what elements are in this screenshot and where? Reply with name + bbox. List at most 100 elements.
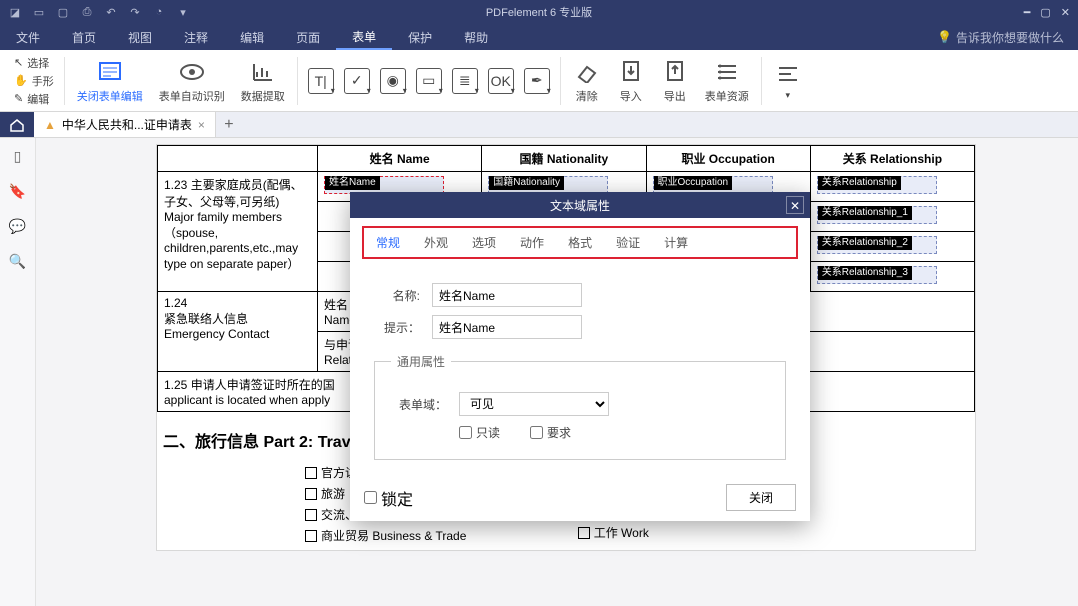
menu-home[interactable]: 首页: [56, 24, 112, 50]
qat-more-icon[interactable]: ▾: [176, 5, 190, 19]
quick-access-toolbar: ◪ ▭ ▢ ⎙ ↶ ↷ ◔ ▾: [0, 5, 190, 19]
col-name: 姓名 Name: [318, 146, 482, 172]
menu-protect[interactable]: 保护: [392, 24, 448, 50]
checkbox-field-icon[interactable]: ✓▾: [344, 68, 370, 94]
extract-data-button[interactable]: 数据提取: [233, 56, 293, 106]
edit-tool[interactable]: ✎编辑: [14, 91, 54, 107]
search-icon[interactable]: 🔍: [9, 253, 26, 270]
select-tool[interactable]: ↖选择: [14, 55, 54, 71]
export-button[interactable]: 导出: [653, 56, 697, 106]
tab-format[interactable]: 格式: [556, 228, 604, 257]
menu-view[interactable]: 视图: [112, 24, 168, 50]
common-legend: 通用属性: [391, 353, 451, 370]
bookmarks-icon[interactable]: 🔖: [9, 183, 26, 200]
tab-appearance[interactable]: 外观: [412, 228, 460, 257]
history-icon[interactable]: ◔: [152, 5, 166, 19]
document-tab-bar: ▲ 中华人民共和...证申请表 × +: [0, 112, 1078, 138]
dialog-title: 文本域属性: [550, 197, 610, 214]
tab-options[interactable]: 选项: [460, 228, 508, 257]
signature-field-icon[interactable]: ✒▾: [524, 68, 550, 94]
purpose-work[interactable]: 工作 Work: [578, 522, 766, 543]
field-rel-3[interactable]: 关系Relationship_3: [817, 266, 937, 284]
close-tab-icon[interactable]: ×: [198, 118, 205, 132]
combo-field-icon[interactable]: ▭▾: [416, 68, 442, 94]
field-rel-1[interactable]: 关系Relationship_1: [817, 206, 937, 224]
tell-me[interactable]: 💡 告诉我你想要做什么: [937, 29, 1078, 46]
menu-help[interactable]: 帮助: [448, 24, 504, 50]
purpose-business[interactable]: 商业贸易 Business & Trade: [305, 525, 518, 546]
new-tab-button[interactable]: +: [216, 116, 242, 134]
maximize-icon[interactable]: ▢: [1040, 6, 1050, 19]
separator: [64, 57, 65, 105]
col-occupation: 职业 Occupation: [646, 146, 810, 172]
tab-validate[interactable]: 验证: [604, 228, 652, 257]
dialog-title-bar[interactable]: 文本域属性 ✕: [350, 192, 810, 218]
left-sidebar: ▯ 🔖 💬 🔍: [0, 138, 36, 606]
readonly-checkbox[interactable]: 只读: [459, 424, 500, 441]
button-field-icon[interactable]: OK▾: [488, 68, 514, 94]
menu-form[interactable]: 表单: [336, 24, 392, 50]
dialog-close-icon[interactable]: ✕: [786, 196, 804, 214]
document-tab[interactable]: ▲ 中华人民共和...证申请表 ×: [34, 112, 216, 137]
window-controls: ━ ▢ ✕: [1024, 6, 1078, 19]
col-nationality: 国籍 Nationality: [482, 146, 646, 172]
redo-icon[interactable]: ↷: [128, 5, 142, 19]
document-tab-title: 中华人民共和...证申请表: [62, 116, 192, 133]
dialog-close-button[interactable]: 关闭: [726, 484, 796, 511]
separator: [297, 57, 298, 105]
save-icon[interactable]: ▢: [56, 5, 70, 19]
import-label: 导入: [620, 88, 642, 104]
hint-label: 提示：: [374, 319, 420, 336]
align-button[interactable]: ▾: [766, 58, 810, 103]
form-edit-icon: [96, 58, 124, 86]
tab-general[interactable]: 常规: [364, 228, 412, 257]
print-icon[interactable]: ⎙: [80, 5, 94, 19]
dialog-body: 名称: 提示： 通用属性 表单域： 可见 只读 要求: [350, 267, 810, 474]
menu-edit[interactable]: 编辑: [224, 24, 280, 50]
close-form-edit-button[interactable]: 关闭表单编辑: [69, 56, 151, 106]
minimize-icon[interactable]: ━: [1024, 6, 1031, 19]
required-checkbox[interactable]: 要求: [530, 424, 571, 441]
hand-tool[interactable]: ✋手形: [14, 73, 54, 89]
common-properties-group: 通用属性 表单域： 可见 只读 要求: [374, 353, 786, 460]
list-field-icon[interactable]: ≣▾: [452, 68, 478, 94]
warning-icon: ▲: [44, 118, 56, 132]
menu-page[interactable]: 页面: [280, 24, 336, 50]
thumbnails-icon[interactable]: ▯: [14, 148, 22, 165]
eye-icon: [178, 58, 206, 86]
lock-checkbox[interactable]: 锁定: [364, 486, 413, 510]
select-group: ↖选择 ✋手形 ✎编辑: [8, 55, 60, 107]
form-field-label: 表单域：: [391, 396, 447, 413]
export-label: 导出: [664, 88, 686, 104]
field-rel-0[interactable]: 关系Relationship: [817, 176, 937, 194]
pencil-icon: ✎: [14, 92, 23, 105]
tab-calc[interactable]: 计算: [652, 228, 700, 257]
auto-recognize-button[interactable]: 表单自动识别: [151, 56, 233, 106]
text-field-properties-dialog: 文本域属性 ✕ 常规 外观 选项 动作 格式 验证 计算 名称: 提示： 通用属…: [350, 192, 810, 521]
clear-button[interactable]: 清除: [565, 56, 609, 106]
radio-field-icon[interactable]: ◉▾: [380, 68, 406, 94]
import-icon: [617, 58, 645, 86]
undo-icon[interactable]: ↶: [104, 5, 118, 19]
import-button[interactable]: 导入: [609, 56, 653, 106]
name-label: 名称:: [374, 287, 420, 304]
comments-icon[interactable]: 💬: [9, 218, 26, 235]
tab-actions[interactable]: 动作: [508, 228, 556, 257]
menu-comment[interactable]: 注释: [168, 24, 224, 50]
home-tab[interactable]: [0, 112, 34, 137]
text-field-icon[interactable]: T|▾: [308, 68, 334, 94]
name-input[interactable]: [432, 283, 582, 307]
visibility-select[interactable]: 可见: [459, 392, 609, 416]
dialog-footer: 锁定 关闭: [350, 474, 810, 521]
dialog-tabs: 常规 外观 选项 动作 格式 验证 计算: [362, 226, 798, 259]
resources-icon: [713, 58, 741, 86]
row-124-label: 1.24 紧急联络人信息 Emergency Contact: [158, 292, 318, 372]
field-rel-2[interactable]: 关系Relationship_2: [817, 236, 937, 254]
hint-input[interactable]: [432, 315, 582, 339]
export-icon: [661, 58, 689, 86]
separator: [761, 57, 762, 105]
close-icon[interactable]: ✕: [1061, 6, 1070, 19]
resources-button[interactable]: 表单资源: [697, 56, 757, 106]
menu-file[interactable]: 文件: [0, 24, 56, 50]
open-icon[interactable]: ▭: [32, 5, 46, 19]
